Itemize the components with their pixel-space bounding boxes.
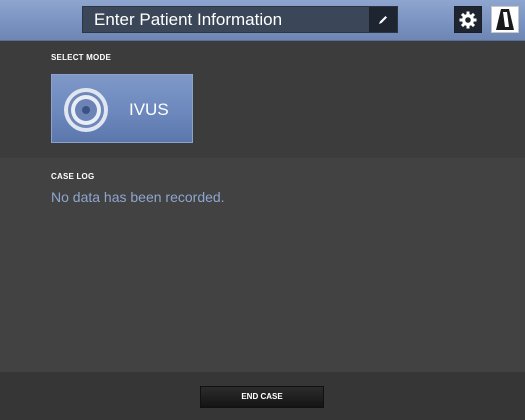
ivus-icon [64,88,108,132]
pencil-icon [379,15,387,24]
gear-icon [459,11,477,28]
patient-info-field[interactable]: Enter Patient Information [82,6,398,33]
brand-logo-button[interactable] [491,6,519,33]
case-log-empty-message: No data has been recorded. [51,189,225,205]
brand-logo-icon [496,9,514,30]
footer-bar: END CASE [0,372,525,420]
mode-tile-ivus[interactable]: IVUS [51,74,193,143]
case-log-label: CASE LOG [51,172,95,181]
top-bar: Enter Patient Information [0,0,525,41]
page-title: Enter Patient Information [94,10,283,29]
edit-button[interactable] [369,7,397,32]
end-case-button[interactable]: END CASE [200,386,324,408]
select-mode-label: SELECT MODE [51,53,111,62]
settings-button[interactable] [454,6,482,33]
mode-label-ivus: IVUS [129,100,169,119]
case-log-panel: CASE LOG No data has been recorded. [0,158,525,372]
